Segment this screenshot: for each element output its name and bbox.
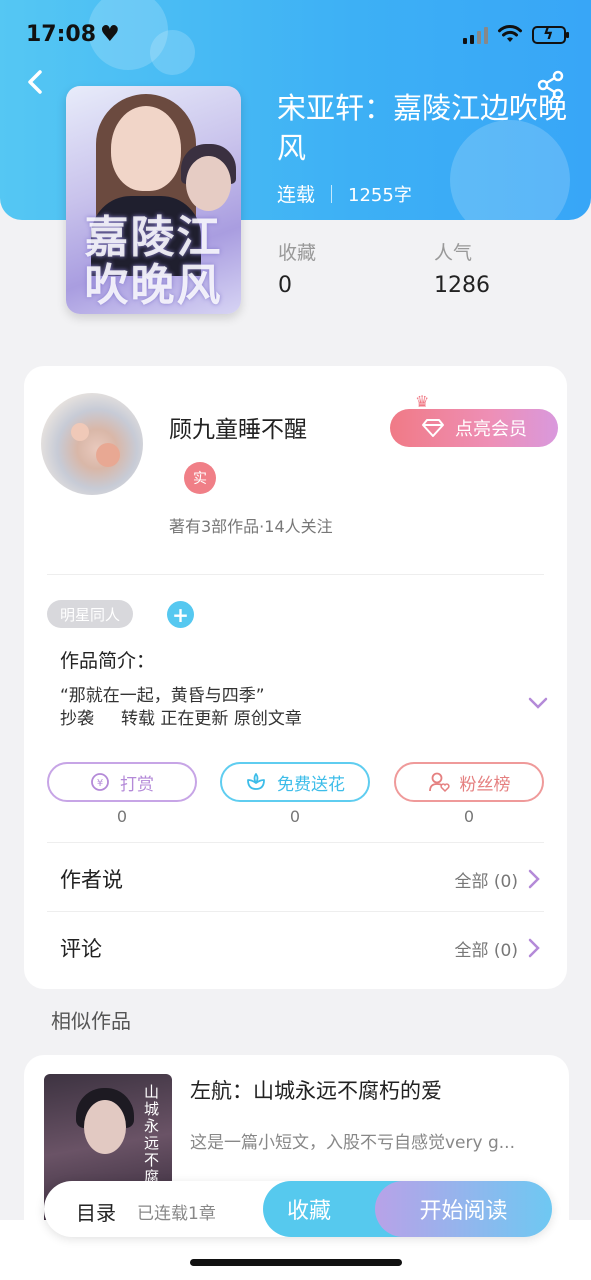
book-detail-card: 顾九童睡不醒 ♛ 点亮会员 实 著有3部作品·14人关注 明星同人 + 作品简介… <box>24 366 567 989</box>
chevron-down-icon[interactable] <box>528 696 548 710</box>
author-notes-row[interactable]: 作者说 全部 (0) <box>60 864 540 894</box>
chevron-right-icon <box>528 869 540 889</box>
book-status: 连载 <box>277 184 316 206</box>
similar-heading: 相似作品 <box>51 1009 131 1033</box>
yuan-icon: ¥ <box>91 773 109 791</box>
category-tag[interactable]: 明星同人 <box>47 600 134 628</box>
divider <box>47 911 544 912</box>
author-avatar[interactable] <box>41 393 143 495</box>
flower-icon <box>247 773 265 790</box>
author-name[interactable]: 顾九童睡不醒 <box>169 410 307 444</box>
row-count: 全部 (0) <box>454 940 518 961</box>
intro-heading: 作品简介： <box>60 650 156 672</box>
verified-badge: 实 <box>184 462 216 494</box>
home-indicator[interactable] <box>190 1259 402 1266</box>
status-time: 17:08 <box>26 22 97 47</box>
divider <box>47 842 544 843</box>
comments-row[interactable]: 评论 全部 (0) <box>60 933 540 963</box>
chapter-count: 已连载1章 <box>137 1204 216 1224</box>
row-count: 全部 (0) <box>454 871 518 892</box>
intro-quote: “那就在一起，黄昏与四季” <box>60 686 265 706</box>
fans-label: 粉丝榜 <box>459 774 511 795</box>
send-flower-button[interactable]: 免费送花 <box>220 762 370 802</box>
divider <box>47 574 544 575</box>
similar-book-desc: 这是一篇小短文，入股不亏自感觉very g... <box>190 1133 515 1153</box>
fans-ranking-button[interactable]: 粉丝榜 <box>394 762 544 802</box>
start-reading-button[interactable]: 开始阅读 <box>375 1181 552 1237</box>
fans-count: 0 <box>463 807 475 826</box>
row-title: 作者说 <box>60 868 123 892</box>
similar-book-title: 左航：山城永远不腐朽的爱 <box>190 1079 442 1103</box>
stat-popularity: 人气 1286 <box>434 238 490 298</box>
diamond-icon <box>422 419 444 437</box>
book-meta: 连载 1255字 <box>277 180 412 207</box>
stat-value: 1286 <box>434 273 490 298</box>
vip-button-label: 点亮会员 <box>455 419 527 440</box>
flower-count: 0 <box>289 807 301 826</box>
fan-icon <box>428 772 450 793</box>
heart-icon: ♥ <box>100 22 120 47</box>
stat-favorites: 收藏 0 <box>278 238 316 298</box>
flower-label: 免费送花 <box>277 774 345 795</box>
status-bar: 17:08 ♥ ϟ <box>0 0 591 72</box>
signal-icon <box>463 26 488 44</box>
book-cover[interactable]: 嘉陵江吹晚风 <box>66 86 241 314</box>
similar-cover-text: 山城永远不腐 <box>144 1083 160 1186</box>
book-title: 宋亚轩：嘉陵江边吹晚风 <box>277 91 568 165</box>
svg-text:¥: ¥ <box>97 778 103 789</box>
row-title: 评论 <box>60 937 102 961</box>
battery-icon: ϟ <box>532 24 569 44</box>
vip-button[interactable]: 点亮会员 <box>390 409 558 447</box>
stat-value: 0 <box>278 273 292 298</box>
cover-title: 嘉陵江吹晚风 <box>84 212 223 311</box>
author-works: 著有3部作品·14人关注 <box>169 517 333 536</box>
stat-label: 收藏 <box>278 242 317 264</box>
wifi-icon <box>498 25 522 42</box>
toc-button[interactable]: 目录 <box>76 1197 116 1226</box>
intro-tags: 抄袭 转载 正在更新 原创文章 <box>60 709 302 729</box>
reward-count: 0 <box>116 807 128 826</box>
reward-label: 打赏 <box>120 774 154 795</box>
chevron-right-icon <box>528 938 540 958</box>
add-tag-button[interactable]: + <box>167 601 194 628</box>
word-count: 1255字 <box>348 184 412 206</box>
reward-button[interactable]: ¥ 打赏 <box>47 762 197 802</box>
back-icon[interactable] <box>22 68 50 96</box>
stat-label: 人气 <box>434 242 473 264</box>
